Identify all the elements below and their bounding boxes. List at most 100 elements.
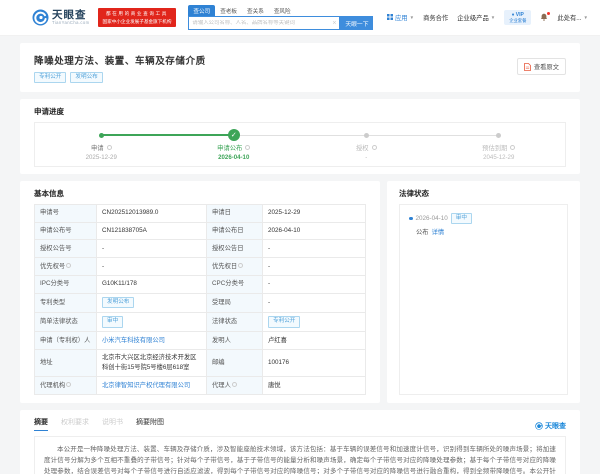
field-label: IPC分类号 xyxy=(35,275,97,293)
status-tag: 发明公布 xyxy=(102,297,134,308)
status-tag: 专利公开 xyxy=(268,316,300,327)
table-row: 优先权号-优先权日- xyxy=(35,258,366,276)
watermark-eye-icon xyxy=(535,422,543,430)
bullet-icon xyxy=(409,217,413,221)
field-value: 审中 xyxy=(97,312,207,331)
value-text: CN121838705A xyxy=(102,227,147,234)
field-value: CN121838705A xyxy=(97,222,207,240)
field-value: 2026-04-10 xyxy=(263,222,366,240)
search-tab[interactable]: 查关系 xyxy=(242,5,269,16)
search-tabs: 查公司查老板查关系查风险 xyxy=(188,5,373,16)
field-label: 申请（专利权）人 xyxy=(35,332,97,350)
nav-business-cooperation[interactable]: 商务合作 xyxy=(423,13,448,22)
search-area: 查公司查老板查关系查风险 × 天眼一下 xyxy=(188,5,373,30)
field-value: - xyxy=(97,258,207,276)
field-label: 发明人 xyxy=(207,332,263,350)
field-value: 北京律智知识产权代理有限公司 xyxy=(97,377,207,395)
search-tab[interactable]: 查老板 xyxy=(215,5,242,16)
basic-info-table: 申请号CN202512013989.0申请日2025-12-29申请公布号 CN1… xyxy=(34,204,366,395)
table-row: 申请公布号 CN121838705A 申请公布日2026-04-10 xyxy=(35,222,366,240)
step-dot-icon xyxy=(99,133,104,138)
field-label: 申请公布号 xyxy=(35,222,97,240)
info-icon[interactable] xyxy=(245,145,250,150)
tianyancha-logo[interactable]: 天眼查 TianYanCha.com xyxy=(32,9,90,26)
field-value: CN202512013989.0 xyxy=(97,204,207,222)
info-icon[interactable] xyxy=(66,382,71,387)
table-row: 地址北京市大兴区北京经济技术开发区科创十街15号院5号楼6层618室邮编1001… xyxy=(35,349,366,377)
legal-status-list: 2026-04-10审中公布详情 xyxy=(399,204,568,395)
chevron-down-icon: ▼ xyxy=(410,15,414,20)
search-input[interactable] xyxy=(189,20,329,26)
search-button[interactable]: 天眼一下 xyxy=(340,16,373,30)
field-label: CPC分类号 xyxy=(207,275,263,293)
table-row: 专利类型发明公布 受理局- xyxy=(35,293,366,312)
entity-link[interactable]: 北京律智知识产权代理有限公司 xyxy=(102,382,190,389)
logo-domain-text: TianYanCha.com xyxy=(52,21,90,25)
info-icon[interactable] xyxy=(232,382,237,387)
legal-detail-link[interactable]: 详情 xyxy=(432,229,445,236)
progress-step-date: 2045-12-29 xyxy=(483,154,514,161)
pdf-document-icon xyxy=(524,63,531,71)
field-label: 地址 xyxy=(35,349,97,377)
step-dot-icon xyxy=(496,133,501,138)
content-columns: 基本信息 申请号CN202512013989.0申请日2025-12-29申请公… xyxy=(20,181,580,403)
info-icon[interactable] xyxy=(372,145,377,150)
field-value: 北京市大兴区北京经济技术开发区科创十街15号院5号楼6层618室 xyxy=(97,349,207,377)
field-value: 发明公布 xyxy=(97,293,207,312)
entity-link[interactable]: 小米汽车科技有限公司 xyxy=(102,337,165,344)
patent-tag-row: 专利公开发明公布 xyxy=(34,72,566,83)
section-title-progress: 申请进度 xyxy=(34,106,566,117)
document-tab[interactable]: 说明书 xyxy=(102,417,123,431)
notification-bell-icon[interactable] xyxy=(540,13,548,21)
info-icon[interactable] xyxy=(238,263,243,268)
table-row: 申请号CN202512013989.0申请日2025-12-29 xyxy=(35,204,366,222)
patent-status-tag: 专利公开 xyxy=(34,72,66,83)
value-text: - xyxy=(268,245,270,252)
field-label: 受理局 xyxy=(207,293,263,312)
info-icon[interactable] xyxy=(66,263,71,268)
app-grid-icon xyxy=(387,14,393,20)
value-text: - xyxy=(268,299,270,306)
top-navbar: 天眼查 TianYanCha.com 都在用的商业查询工具 国家中小企业发展子基… xyxy=(0,0,600,36)
search-tab[interactable]: 查公司 xyxy=(188,5,215,16)
step-dot-icon xyxy=(364,133,369,138)
user-menu[interactable]: 此处有... ▼ xyxy=(557,13,588,22)
document-tab[interactable]: 摘要附图 xyxy=(136,417,164,431)
chevron-down-icon: ▼ xyxy=(491,15,495,20)
field-value: - xyxy=(263,240,366,258)
patent-detail-page: 降噪处理方法、装置、车辆及存储介质 专利公开发明公布 查看原文 申请进度 申请2… xyxy=(0,43,600,474)
legal-status-tag: 审中 xyxy=(451,213,472,224)
view-original-button[interactable]: 查看原文 xyxy=(517,58,566,75)
field-label: 申请公布日 xyxy=(207,222,263,240)
application-progress-card: 申请进度 申请2025-12-29✓申请公布2026-04-10授权-预估到期2… xyxy=(20,99,580,174)
apps-menu[interactable]: 应用 ▼ xyxy=(387,13,414,22)
info-icon[interactable] xyxy=(510,145,515,150)
tianyancha-eye-icon xyxy=(32,9,49,26)
clear-search-icon[interactable]: × xyxy=(329,20,339,27)
document-tabs-row: 摘要权利要求说明书摘要附图 天眼查 xyxy=(34,417,566,431)
patent-title: 降噪处理方法、装置、车辆及存储介质 xyxy=(34,53,566,67)
table-row: 授权公告号-授权公告日- xyxy=(35,240,366,258)
check-circle-icon: ✓ xyxy=(228,129,240,141)
progress-step-label: 授权 xyxy=(356,143,377,152)
logo-brand-text: 天眼查 xyxy=(52,10,90,21)
value-text: - xyxy=(102,263,104,270)
search-tab[interactable]: 查风险 xyxy=(269,5,296,16)
field-label: 代理人 xyxy=(207,377,263,395)
field-value: 专利公开 xyxy=(263,312,366,331)
field-value: 卢红喜 xyxy=(263,332,366,350)
info-icon[interactable] xyxy=(107,145,112,150)
field-label: 授权公告号 xyxy=(35,240,97,258)
document-tab[interactable]: 摘要 xyxy=(34,417,48,431)
progress-step-date: - xyxy=(365,154,367,161)
field-value: 100176 xyxy=(263,349,366,377)
nav-enterprise-products[interactable]: 企业级产品 ▼ xyxy=(457,13,495,22)
progress-step: ✓申请公布2026-04-10 xyxy=(168,129,301,161)
value-text: - xyxy=(268,280,270,287)
field-label: 申请号 xyxy=(35,204,97,222)
document-tab[interactable]: 权利要求 xyxy=(61,417,89,431)
legal-status-card: 法律状态 2026-04-10审中公布详情 xyxy=(387,181,580,403)
field-label: 专利类型 xyxy=(35,293,97,312)
vip-badge[interactable]: ♦ VIP 企业套餐 xyxy=(504,10,531,25)
abstract-text: 本公开是一种降噪处理方法、装置、车辆及存储介质，涉及智能座舱技术领域，该方法包括… xyxy=(44,444,556,474)
